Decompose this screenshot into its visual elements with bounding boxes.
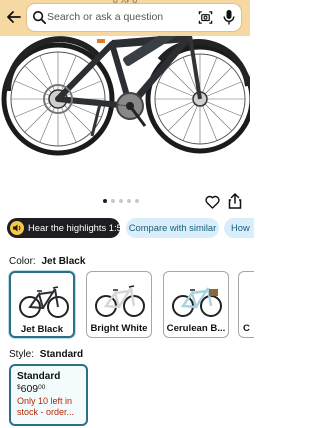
style-option-price: $60900 bbox=[17, 383, 80, 395]
back-arrow-icon bbox=[7, 11, 21, 23]
product-image[interactable] bbox=[0, 36, 250, 192]
style-option-name: Standard bbox=[17, 371, 61, 382]
action-chips: Hear the highlights 1:55 Compare with si… bbox=[0, 218, 254, 240]
camera-scan-icon[interactable] bbox=[198, 10, 213, 25]
color-option-label: C bbox=[243, 323, 250, 334]
search-icon bbox=[32, 10, 47, 25]
carousel-dot[interactable] bbox=[135, 199, 139, 203]
share-icon[interactable] bbox=[228, 193, 242, 209]
style-option-standard[interactable]: Standard $60900 Only 10 left in stock - … bbox=[9, 364, 88, 426]
selected-style: Standard bbox=[39, 349, 84, 360]
style-label: Style: bbox=[9, 349, 35, 360]
carousel-dot[interactable] bbox=[127, 199, 131, 203]
jet-black-bike-thumbnail bbox=[19, 286, 69, 318]
color-option-jet-black[interactable]: Jet Black bbox=[9, 271, 75, 338]
carousel-dot[interactable] bbox=[111, 199, 115, 203]
color-option-label: Jet Black bbox=[20, 324, 64, 335]
color-option-label: Bright White bbox=[90, 323, 148, 334]
bright-white-bike-thumbnail bbox=[95, 285, 145, 317]
carousel-dot[interactable] bbox=[103, 199, 107, 203]
style-selection-header: Style: Standard bbox=[9, 349, 83, 360]
top-bar: 8 of 8 Search or ask a question bbox=[0, 0, 250, 36]
microphone-icon[interactable] bbox=[222, 9, 236, 26]
carousel-dot[interactable] bbox=[119, 199, 123, 203]
search-placeholder: Search or ask a question bbox=[47, 11, 164, 23]
price-whole: 609 bbox=[20, 383, 39, 395]
heart-icon[interactable] bbox=[205, 195, 220, 209]
color-selection-header: Color: Jet Black bbox=[9, 256, 85, 267]
compare-similar-chip[interactable]: Compare with similar bbox=[126, 218, 219, 238]
cerulean-blue-bike-thumbnail bbox=[172, 287, 222, 317]
color-option-cerulean-blue[interactable]: Cerulean B... bbox=[163, 271, 229, 338]
color-option-label: Cerulean B... bbox=[166, 323, 226, 334]
e-bike-image bbox=[1, 36, 250, 156]
hear-highlights-chip[interactable]: Hear the highlights 1:55 bbox=[7, 218, 127, 238]
compare-similar-label: Compare with similar bbox=[128, 222, 217, 233]
color-option-bright-white[interactable]: Bright White bbox=[86, 271, 152, 338]
how-chip[interactable]: How bbox=[224, 218, 254, 238]
selected-color: Jet Black bbox=[41, 256, 86, 267]
color-option-partial[interactable]: C bbox=[238, 271, 254, 338]
hear-highlights-label: Hear the highlights 1:55 bbox=[28, 222, 128, 233]
search-input[interactable]: Search or ask a question bbox=[27, 4, 241, 31]
back-button[interactable] bbox=[4, 7, 24, 27]
how-label: How bbox=[231, 222, 250, 233]
price-fraction: 00 bbox=[38, 384, 46, 391]
color-label: Color: bbox=[9, 256, 36, 267]
image-carousel-dots[interactable] bbox=[103, 199, 139, 205]
stock-note: Only 10 left in stock - order... bbox=[17, 396, 75, 417]
speaker-icon bbox=[10, 221, 24, 235]
